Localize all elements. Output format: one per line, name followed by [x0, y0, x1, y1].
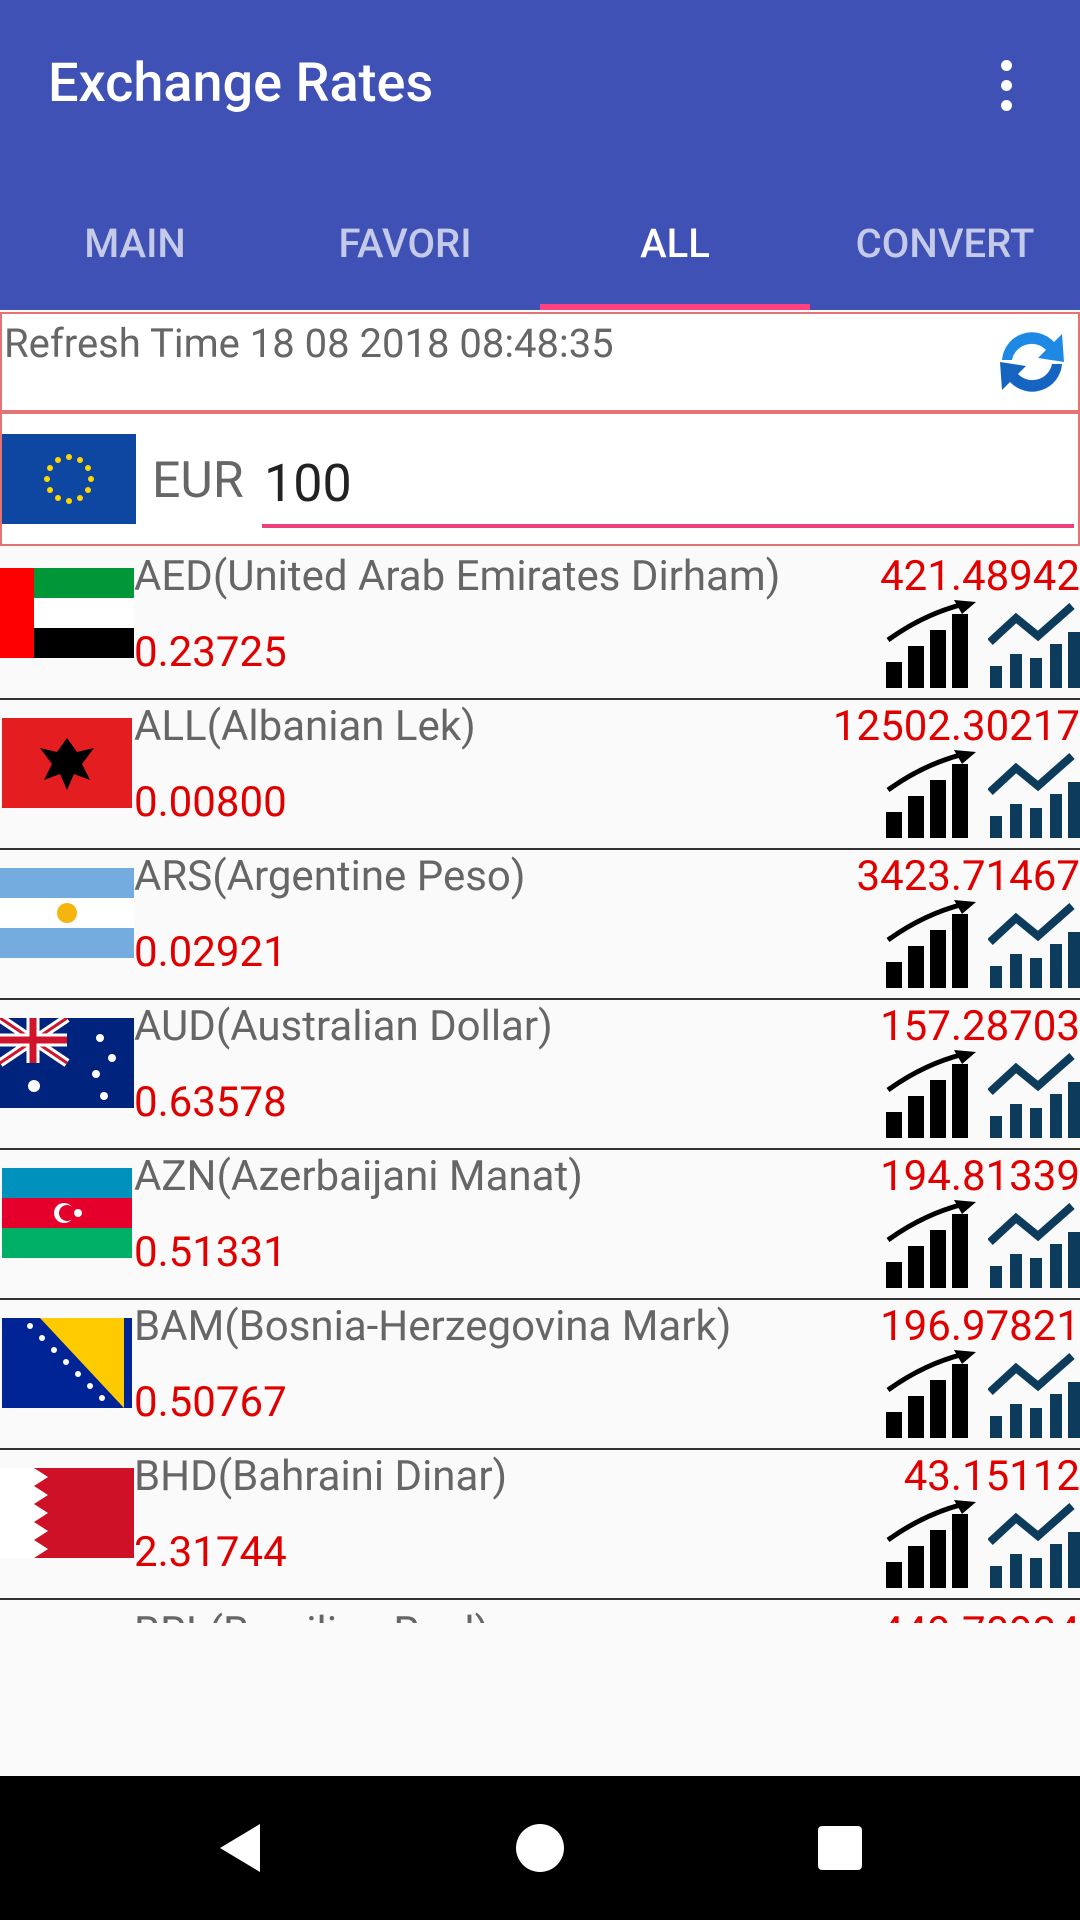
currency-name: BAM(Bosnia-Herzegovina Mark): [134, 1302, 732, 1351]
bar-chart-icon[interactable]: [884, 600, 978, 690]
refresh-time: Refresh Time 18 08 2018 08:48:35: [4, 320, 614, 367]
currency-name: AZN(Azerbaijani Manat): [134, 1152, 583, 1201]
converted-value: 449.70934: [880, 1608, 1080, 1623]
currency-row-aud[interactable]: AUD(Australian Dollar) 0.63578 157.28703: [0, 998, 1080, 1150]
bar-chart-icon[interactable]: [884, 750, 978, 840]
app-bar: Exchange Rates MAIN FAVORI ALL CONVERT: [0, 0, 1080, 310]
converted-value: 3423.71467: [856, 852, 1080, 901]
currency-row-bhd[interactable]: BHD(Bahraini Dinar) 2.31744 43.15112: [0, 1448, 1080, 1600]
currency-name: BHD(Bahraini Dinar): [134, 1452, 508, 1501]
bar-chart-icon[interactable]: [884, 1350, 978, 1440]
brazil-flag-icon: [0, 1618, 134, 1623]
bar-chart-icon[interactable]: [884, 900, 978, 990]
currency-rate: 0.00800: [134, 778, 287, 827]
currency-row-bam[interactable]: BAM(Bosnia-Herzegovina Mark) 0.50767 196…: [0, 1298, 1080, 1450]
australia-flag-icon: [0, 1018, 134, 1108]
home-icon[interactable]: [514, 1822, 566, 1874]
tab-convert[interactable]: CONVERT: [810, 190, 1080, 310]
bahrain-flag-icon: [0, 1468, 134, 1558]
currency-name: AUD(Australian Dollar): [134, 1002, 553, 1051]
more-options-icon[interactable]: [996, 60, 1016, 112]
converted-value: 43.15112: [903, 1452, 1080, 1501]
tab-bar: MAIN FAVORI ALL CONVERT: [0, 190, 1080, 310]
currency-name: ARS(Argentine Peso): [134, 852, 526, 901]
system-nav-bar: [0, 1776, 1080, 1920]
uae-flag-icon: [0, 568, 134, 658]
currency-row-brl[interactable]: BRL(Brazilian Real) 449.70934: [0, 1598, 1080, 1623]
refresh-icon[interactable]: [992, 322, 1072, 402]
trend-chart-icon[interactable]: [988, 1350, 1080, 1440]
bar-chart-icon[interactable]: [884, 1050, 978, 1140]
argentina-flag-icon: [0, 868, 134, 958]
bar-chart-icon[interactable]: [884, 1500, 978, 1590]
base-amount-panel: EUR: [0, 412, 1080, 546]
app-title: Exchange Rates: [48, 52, 434, 115]
amount-input[interactable]: [262, 442, 1074, 528]
trend-chart-icon[interactable]: [988, 1500, 1080, 1590]
currency-rate: 0.50767: [134, 1378, 287, 1427]
currency-name: AED(United Arab Emirates Dirham): [134, 552, 781, 601]
tab-all[interactable]: ALL: [540, 190, 810, 310]
currency-row-azn[interactable]: AZN(Azerbaijani Manat) 0.51331 194.81339: [0, 1148, 1080, 1300]
refresh-panel: Refresh Time 18 08 2018 08:48:35: [0, 312, 1080, 412]
converted-value: 421.48942: [880, 552, 1080, 601]
trend-chart-icon[interactable]: [988, 1050, 1080, 1140]
tab-main[interactable]: MAIN: [0, 190, 270, 310]
currency-row-aed[interactable]: AED(United Arab Emirates Dirham) 0.23725…: [0, 548, 1080, 700]
back-icon[interactable]: [214, 1822, 266, 1874]
currency-rate: 2.31744: [134, 1528, 287, 1577]
currency-list[interactable]: AED(United Arab Emirates Dirham) 0.23725…: [0, 548, 1080, 1623]
recent-apps-icon[interactable]: [816, 1824, 864, 1872]
currency-row-ars[interactable]: ARS(Argentine Peso) 0.02921 3423.71467: [0, 848, 1080, 1000]
trend-chart-icon[interactable]: [988, 1200, 1080, 1290]
currency-rate: 0.23725: [134, 628, 287, 677]
eu-flag-icon: [2, 434, 136, 524]
tab-favori[interactable]: FAVORI: [270, 190, 540, 310]
bar-chart-icon[interactable]: [884, 1200, 978, 1290]
azerbaijan-flag-icon: [2, 1168, 132, 1258]
trend-chart-icon[interactable]: [988, 750, 1080, 840]
trend-chart-icon[interactable]: [988, 900, 1080, 990]
bosnia-flag-icon: [2, 1318, 132, 1408]
currency-name: BRL(Brazilian Real): [134, 1608, 489, 1623]
currency-row-all[interactable]: ALL(Albanian Lek) 0.00800 12502.30217: [0, 698, 1080, 850]
currency-name: ALL(Albanian Lek): [134, 702, 476, 751]
base-currency-label: EUR: [152, 452, 244, 510]
currency-rate: 0.63578: [134, 1078, 287, 1127]
converted-value: 194.81339: [880, 1152, 1080, 1201]
currency-rate: 0.02921: [134, 928, 287, 977]
converted-value: 12502.30217: [832, 702, 1080, 751]
albania-flag-icon: [2, 718, 132, 808]
converted-value: 196.97821: [880, 1302, 1080, 1351]
currency-rate: 0.51331: [134, 1228, 287, 1277]
trend-chart-icon[interactable]: [988, 600, 1080, 690]
converted-value: 157.28703: [880, 1002, 1080, 1051]
